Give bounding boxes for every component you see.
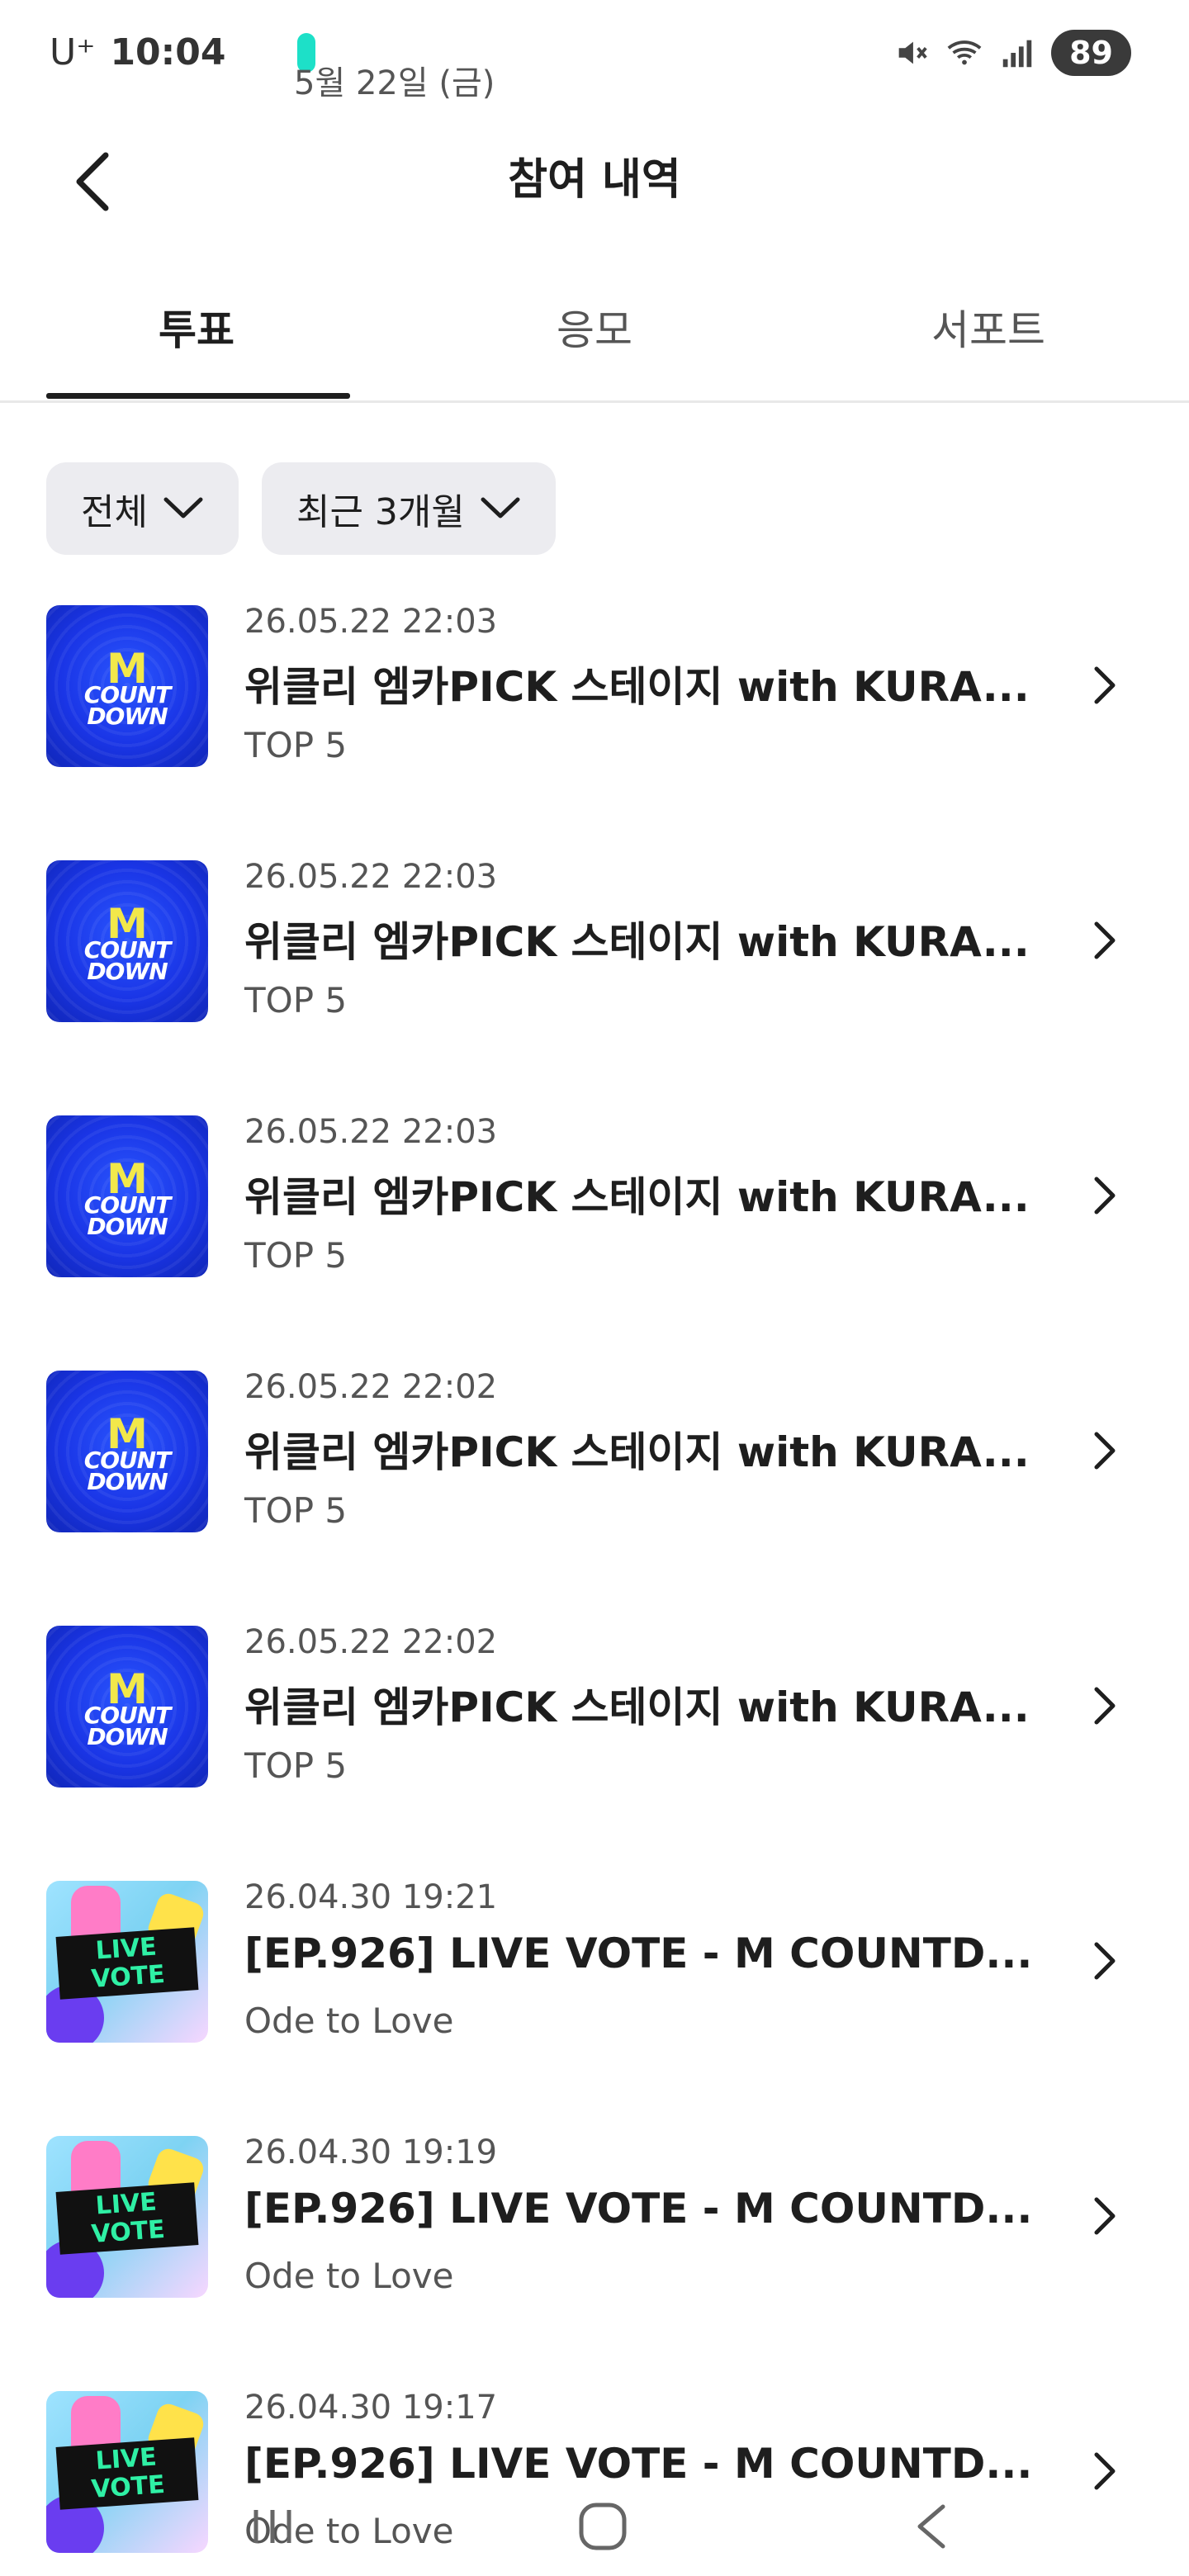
active-tab-indicator <box>46 393 350 399</box>
category-filter-label: 전체 <box>81 491 148 533</box>
chevron-right-icon <box>1094 1942 1116 1980</box>
recent-apps-button[interactable] <box>239 2493 306 2559</box>
item-subtitle: TOP 5 <box>244 1490 348 1531</box>
item-date: 26.05.22 22:02 <box>244 1368 498 1406</box>
back-nav-button[interactable] <box>900 2493 966 2559</box>
item-date: 26.04.30 19:21 <box>244 1878 498 1916</box>
system-nav-bar <box>0 2477 1189 2576</box>
list-item[interactable]: M COUNT DOWN 26.05.22 22:03 위클리 엠카PICK 스테이… <box>0 578 1189 767</box>
item-subtitle: TOP 5 <box>244 725 348 765</box>
wifi-icon <box>947 40 982 65</box>
item-subtitle: TOP 5 <box>244 1235 348 1276</box>
item-subtitle: TOP 5 <box>244 980 348 1020</box>
mcountdown-thumbnail: M COUNT DOWN <box>46 1115 208 1277</box>
mcountdown-thumbnail: M COUNT DOWN <box>46 1371 208 1532</box>
item-subtitle: Ode to Love <box>244 2001 454 2041</box>
mute-icon <box>898 41 927 64</box>
chevron-right-icon <box>1094 666 1116 704</box>
item-title: 위클리 엠카PICK 스테이지 with KURA... <box>244 1683 1030 1731</box>
signal-icon <box>1002 40 1032 68</box>
mcountdown-thumbnail: M COUNT DOWN <box>46 1626 208 1788</box>
tab-bar: 투표 응모 서포트 <box>0 272 1189 403</box>
item-subtitle: TOP 5 <box>244 1745 348 1786</box>
item-subtitle: Ode to Love <box>244 2256 454 2296</box>
chevron-right-icon <box>1094 1687 1116 1725</box>
item-title: 위클리 엠카PICK 스테이지 with KURA... <box>244 918 1030 966</box>
list-item[interactable]: M COUNT DOWN 26.05.22 22:03 위클리 엠카PICK 스테이… <box>0 1088 1189 1277</box>
list-item[interactable]: LIVE VOTE 26.04.30 19:21 [EP.926] LIVE VO… <box>0 1854 1189 2043</box>
list-item[interactable]: M COUNT DOWN 26.05.22 22:03 위클리 엠카PICK 스테이… <box>0 833 1189 1022</box>
tab-vote[interactable]: 투표 <box>159 297 234 357</box>
filter-bar: 전체 최근 3개월 <box>46 462 556 555</box>
item-title: 위클리 엠카PICK 스테이지 with KURA... <box>244 1173 1030 1221</box>
list-item[interactable]: M COUNT DOWN 26.05.22 22:02 위클리 엠카PICK 스테이… <box>0 1598 1189 1788</box>
battery-indicator: 89 <box>1051 30 1131 76</box>
item-date: 26.04.30 19:19 <box>244 2133 498 2171</box>
mcountdown-thumbnail: M COUNT DOWN <box>46 860 208 1022</box>
chevron-down-icon <box>163 497 203 519</box>
item-date: 26.04.30 19:17 <box>244 2389 498 2427</box>
category-filter-dropdown[interactable]: 전체 <box>46 462 239 555</box>
chevron-right-icon <box>1094 1177 1116 1215</box>
item-title: [EP.926] LIVE VOTE - M COUNTD... <box>244 2185 1033 2233</box>
page-title: 참여 내역 <box>508 155 681 205</box>
item-date: 26.05.22 22:02 <box>244 1623 498 1661</box>
list-item[interactable]: M COUNT DOWN 26.05.22 22:02 위클리 엠카PICK 스테이… <box>0 1343 1189 1532</box>
status-left: U⁺ 10:04 5월 22일 (금) <box>50 31 495 102</box>
live-vote-thumbnail: LIVE VOTE <box>46 1881 208 2043</box>
status-right: 89 <box>893 30 1131 76</box>
item-title: 위클리 엠카PICK 스테이지 with KURA... <box>244 663 1030 711</box>
period-filter-dropdown[interactable]: 최근 3개월 <box>261 462 556 555</box>
chevron-right-icon <box>1094 2197 1116 2235</box>
item-date: 26.05.22 22:03 <box>244 1113 498 1151</box>
mcountdown-thumbnail: M COUNT DOWN <box>46 605 208 767</box>
clock: 10:04 <box>110 31 226 73</box>
item-title: [EP.926] LIVE VOTE - M COUNTD... <box>244 1930 1033 1977</box>
chevron-down-icon <box>481 497 520 519</box>
tab-entry[interactable]: 응모 <box>557 297 632 357</box>
carrier-label: U⁺ <box>50 31 96 73</box>
item-date: 26.05.22 22:03 <box>244 603 498 641</box>
status-bar: U⁺ 10:04 5월 22일 (금) 89 <box>0 0 1189 107</box>
chevron-right-icon <box>1094 921 1116 959</box>
item-title: 위클리 엠카PICK 스테이지 with KURA... <box>244 1428 1030 1476</box>
chevron-right-icon <box>1094 1432 1116 1470</box>
live-vote-thumbnail: LIVE VOTE <box>46 2136 208 2298</box>
header: 참여 내역 <box>0 107 1189 239</box>
status-date: 5월 22일 (금) <box>294 64 495 102</box>
home-button[interactable] <box>570 2493 636 2559</box>
period-filter-label: 최근 3개월 <box>296 491 465 533</box>
list-item[interactable]: LIVE VOTE 26.04.30 19:19 [EP.926] LIVE VO… <box>0 2109 1189 2298</box>
item-date: 26.05.22 22:03 <box>244 858 498 896</box>
tab-support[interactable]: 서포트 <box>931 297 1045 357</box>
